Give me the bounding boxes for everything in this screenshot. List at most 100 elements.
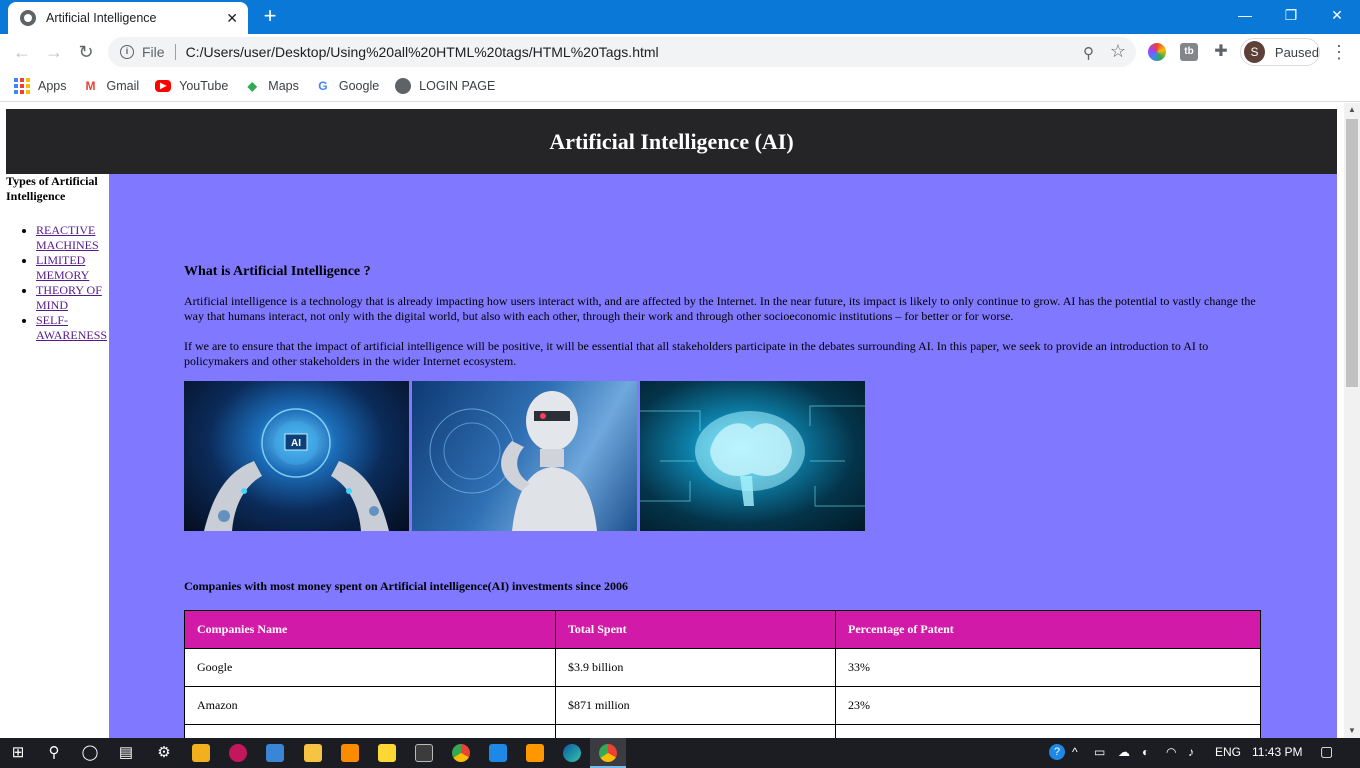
page-viewport: Artificial Intelligence (AI) Types of Ar…: [0, 103, 1344, 738]
window-close-icon[interactable]: ✕: [1314, 0, 1360, 30]
bookmark-youtube[interactable]: ▶ YouTube: [155, 79, 228, 93]
tab-close-icon[interactable]: ✕: [226, 10, 238, 27]
scrollbar-thumb[interactable]: [1346, 119, 1358, 387]
profile-button[interactable]: S Paused: [1240, 38, 1320, 66]
sublime-text-icon[interactable]: [526, 744, 544, 762]
task-view-icon[interactable]: ▤: [116, 743, 136, 763]
clock[interactable]: 11:43 PM: [1252, 745, 1302, 759]
address-bar[interactable]: i File C:/Users/user/Desktop/Using%20all…: [108, 37, 1136, 67]
apps-grid-icon: [14, 77, 30, 94]
active-chrome-taskbar-button[interactable]: [590, 738, 626, 768]
table-cell: [835, 724, 1261, 738]
column-header-total-spent: Total Spent: [555, 610, 836, 649]
search-icon[interactable]: ⚲: [44, 743, 64, 763]
tray-chevron-icon[interactable]: ^: [1072, 745, 1078, 759]
tray-app-icon[interactable]: ◐: [1142, 745, 1149, 759]
scroll-down-arrow-icon[interactable]: ▼: [1344, 724, 1360, 738]
chrome-icon[interactable]: [452, 744, 470, 762]
scroll-up-arrow-icon[interactable]: ▲: [1344, 103, 1360, 117]
table-row: [184, 724, 1261, 738]
media-player-icon[interactable]: [229, 744, 247, 762]
sidebar: Types of Artificial Intelligence REACTIV…: [6, 174, 109, 738]
vscode-icon[interactable]: [489, 744, 507, 762]
minimize-icon[interactable]: —: [1222, 0, 1268, 30]
sidebar-item: REACTIVE MACHINES: [36, 223, 109, 253]
tb-extension-icon[interactable]: tb: [1180, 43, 1198, 61]
bookmark-gmail[interactable]: M Gmail: [83, 78, 140, 94]
browser-toolbar: ← → ↻ i File C:/Users/user/Desktop/Using…: [0, 34, 1360, 70]
bookmark-apps[interactable]: Apps: [14, 77, 67, 94]
globe-icon: [395, 77, 412, 94]
restore-icon[interactable]: ❐: [1268, 0, 1314, 30]
paragraph-stakeholders: If we are to ensure that the impact of a…: [184, 339, 1209, 368]
link-reactive-machines[interactable]: REACTIVE MACHINES: [36, 223, 99, 252]
circuit-brain-image: [640, 381, 865, 531]
extensions-puzzle-icon[interactable]: ✚: [1212, 43, 1230, 61]
circuit-brain-graphic: [640, 405, 865, 507]
browser-tab[interactable]: Artificial Intelligence ✕: [8, 2, 248, 34]
settings-gear-icon[interactable]: ⚙: [154, 743, 174, 763]
file-explorer-icon[interactable]: [304, 744, 322, 762]
table-caption: Companies with most money spent on Artif…: [184, 579, 628, 593]
site-info-icon[interactable]: i: [120, 45, 134, 59]
reload-icon[interactable]: ↻: [74, 40, 98, 64]
sidebar-item: THEORY OF MIND: [36, 283, 109, 313]
column-header-patent-percentage: Percentage of Patent: [835, 610, 1261, 649]
forward-arrow-icon[interactable]: →: [42, 40, 66, 64]
command-prompt-icon[interactable]: [415, 744, 433, 762]
sidebar-link-list: REACTIVE MACHINES LIMITED MEMORY THEORY …: [36, 223, 109, 343]
windows-taskbar: ⊞ ⚲ ◯ ▤ ⚙ ? ^ ▭ ☁ ◐ ◠ ♪ ENG 11:43 PM ▢: [0, 738, 1360, 768]
table-cell: $871 million: [555, 686, 836, 725]
volume-icon[interactable]: ♪: [1188, 745, 1194, 759]
page-scrollbar[interactable]: ▲ ▼: [1344, 103, 1360, 738]
table-cell: 23%: [835, 686, 1261, 725]
kebab-menu-icon[interactable]: ⋮: [1330, 42, 1348, 63]
link-theory-of-mind[interactable]: THEORY OF MIND: [36, 283, 102, 312]
link-self-awareness[interactable]: SELF-AWARENESS: [36, 313, 107, 342]
companies-table: Companies Name Total Spent Percentage of…: [184, 610, 1261, 738]
avatar: S: [1244, 41, 1265, 63]
table-cell: 33%: [835, 648, 1261, 687]
ai-robot-hands-image: AI: [184, 381, 409, 531]
url-text[interactable]: C:/Users/user/Desktop/Using%20all%20HTML…: [186, 44, 659, 60]
sidebar-item: LIMITED MEMORY: [36, 253, 109, 283]
new-tab-button[interactable]: +: [258, 4, 282, 28]
table-cell: [184, 724, 556, 738]
sticky-notes-icon[interactable]: [378, 744, 396, 762]
windows-start-icon[interactable]: ⊞: [8, 743, 28, 763]
bookmark-google[interactable]: G Google: [315, 78, 379, 94]
back-arrow-icon[interactable]: ←: [10, 40, 34, 64]
edge-icon[interactable]: [563, 744, 581, 762]
ai-robot-hands-graphic: AI: [204, 408, 389, 531]
bookmark-login-page[interactable]: LOGIN PAGE: [395, 77, 495, 94]
onedrive-cloud-icon[interactable]: ☁: [1118, 745, 1130, 759]
zoom-icon[interactable]: ⚲: [1083, 44, 1094, 62]
section-title: What is Artificial Intelligence ?: [184, 264, 371, 279]
cortana-icon[interactable]: ◯: [80, 743, 100, 763]
scheme-label: File: [142, 44, 165, 60]
notifications-icon[interactable]: ▢: [1320, 743, 1333, 760]
battery-icon[interactable]: ▭: [1094, 745, 1105, 759]
bookmark-label: Maps: [268, 78, 299, 93]
photos-icon[interactable]: [266, 744, 284, 762]
profile-status: Paused: [1274, 44, 1319, 60]
bookmark-label: Google: [338, 78, 380, 93]
store-icon[interactable]: [192, 744, 210, 762]
link-limited-memory[interactable]: LIMITED MEMORY: [36, 253, 89, 282]
color-wheel-extension-icon[interactable]: [1148, 43, 1166, 61]
paragraph-intro: Artificial intelligence is a technology …: [184, 294, 1256, 323]
wifi-icon[interactable]: ◠: [1166, 745, 1176, 759]
chrome-icon: [599, 744, 617, 762]
bookmark-label: Apps: [38, 78, 67, 93]
maps-icon: ◆: [247, 78, 257, 93]
bookmark-maps[interactable]: ◆ Maps: [244, 78, 299, 94]
page-title: Artificial Intelligence (AI): [6, 109, 1337, 174]
browser-title-bar: Artificial Intelligence ✕ + — ❐ ✕: [0, 0, 1360, 34]
table-cell: $3.9 billion: [555, 648, 836, 687]
bookmark-label: YouTube: [179, 78, 229, 93]
help-icon[interactable]: ?: [1049, 744, 1065, 760]
language-indicator[interactable]: ENG: [1215, 745, 1241, 759]
xampp-icon[interactable]: [341, 744, 359, 762]
bookmark-star-icon[interactable]: ☆: [1110, 41, 1126, 62]
bookmarks-bar: Apps M Gmail ▶ YouTube ◆ Maps G Google L…: [0, 70, 1360, 102]
